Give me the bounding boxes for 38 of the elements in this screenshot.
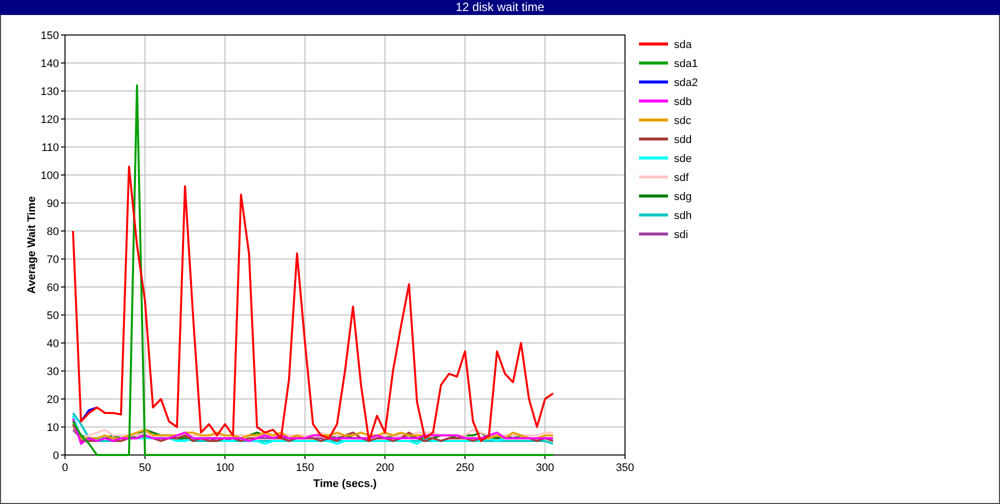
tick-label: 0 bbox=[62, 462, 68, 474]
tick-label: 50 bbox=[138, 462, 152, 474]
legend-label: sdd bbox=[674, 134, 692, 146]
legend-label: sda bbox=[674, 39, 692, 51]
window-title: 12 disk wait time bbox=[0, 0, 1000, 15]
tick-label: 0 bbox=[52, 450, 59, 462]
legend-label: sdh bbox=[674, 210, 692, 222]
tick-label: 50 bbox=[46, 310, 59, 322]
tick-label: 200 bbox=[376, 462, 394, 474]
axis-title: Average Wait Time bbox=[26, 196, 38, 294]
legend-label: sdg bbox=[674, 191, 692, 203]
tick-label: 30 bbox=[46, 366, 59, 378]
tick-label: 300 bbox=[536, 462, 554, 474]
legend-label: sdc bbox=[674, 115, 692, 127]
tick-label: 80 bbox=[46, 226, 59, 238]
legend-label: sdf bbox=[674, 172, 689, 184]
tick-label: 150 bbox=[296, 462, 314, 474]
tick-label: 20 bbox=[46, 394, 59, 406]
tick-label: 250 bbox=[456, 462, 474, 474]
tick-label: 140 bbox=[40, 58, 59, 70]
tick-label: 100 bbox=[40, 170, 59, 182]
legend-label: sdi bbox=[674, 229, 688, 241]
tick-label: 350 bbox=[616, 462, 634, 474]
tick-label: 130 bbox=[40, 86, 59, 98]
legend-label: sda1 bbox=[674, 58, 698, 70]
tick-label: 60 bbox=[46, 282, 59, 294]
legend-label: sdb bbox=[674, 96, 692, 108]
tick-label: 110 bbox=[41, 142, 59, 154]
tick-label: 90 bbox=[46, 198, 59, 210]
tick-label: 10 bbox=[46, 422, 59, 434]
tick-label: 40 bbox=[46, 338, 59, 350]
tick-label: 150 bbox=[40, 30, 59, 42]
tick-label: 70 bbox=[46, 254, 59, 266]
legend-label: sde bbox=[674, 153, 692, 165]
legend-label: sda2 bbox=[674, 77, 698, 89]
tick-label: 100 bbox=[216, 462, 234, 474]
tick-label: 120 bbox=[40, 114, 59, 126]
axis-title: Time (secs.) bbox=[313, 478, 377, 490]
